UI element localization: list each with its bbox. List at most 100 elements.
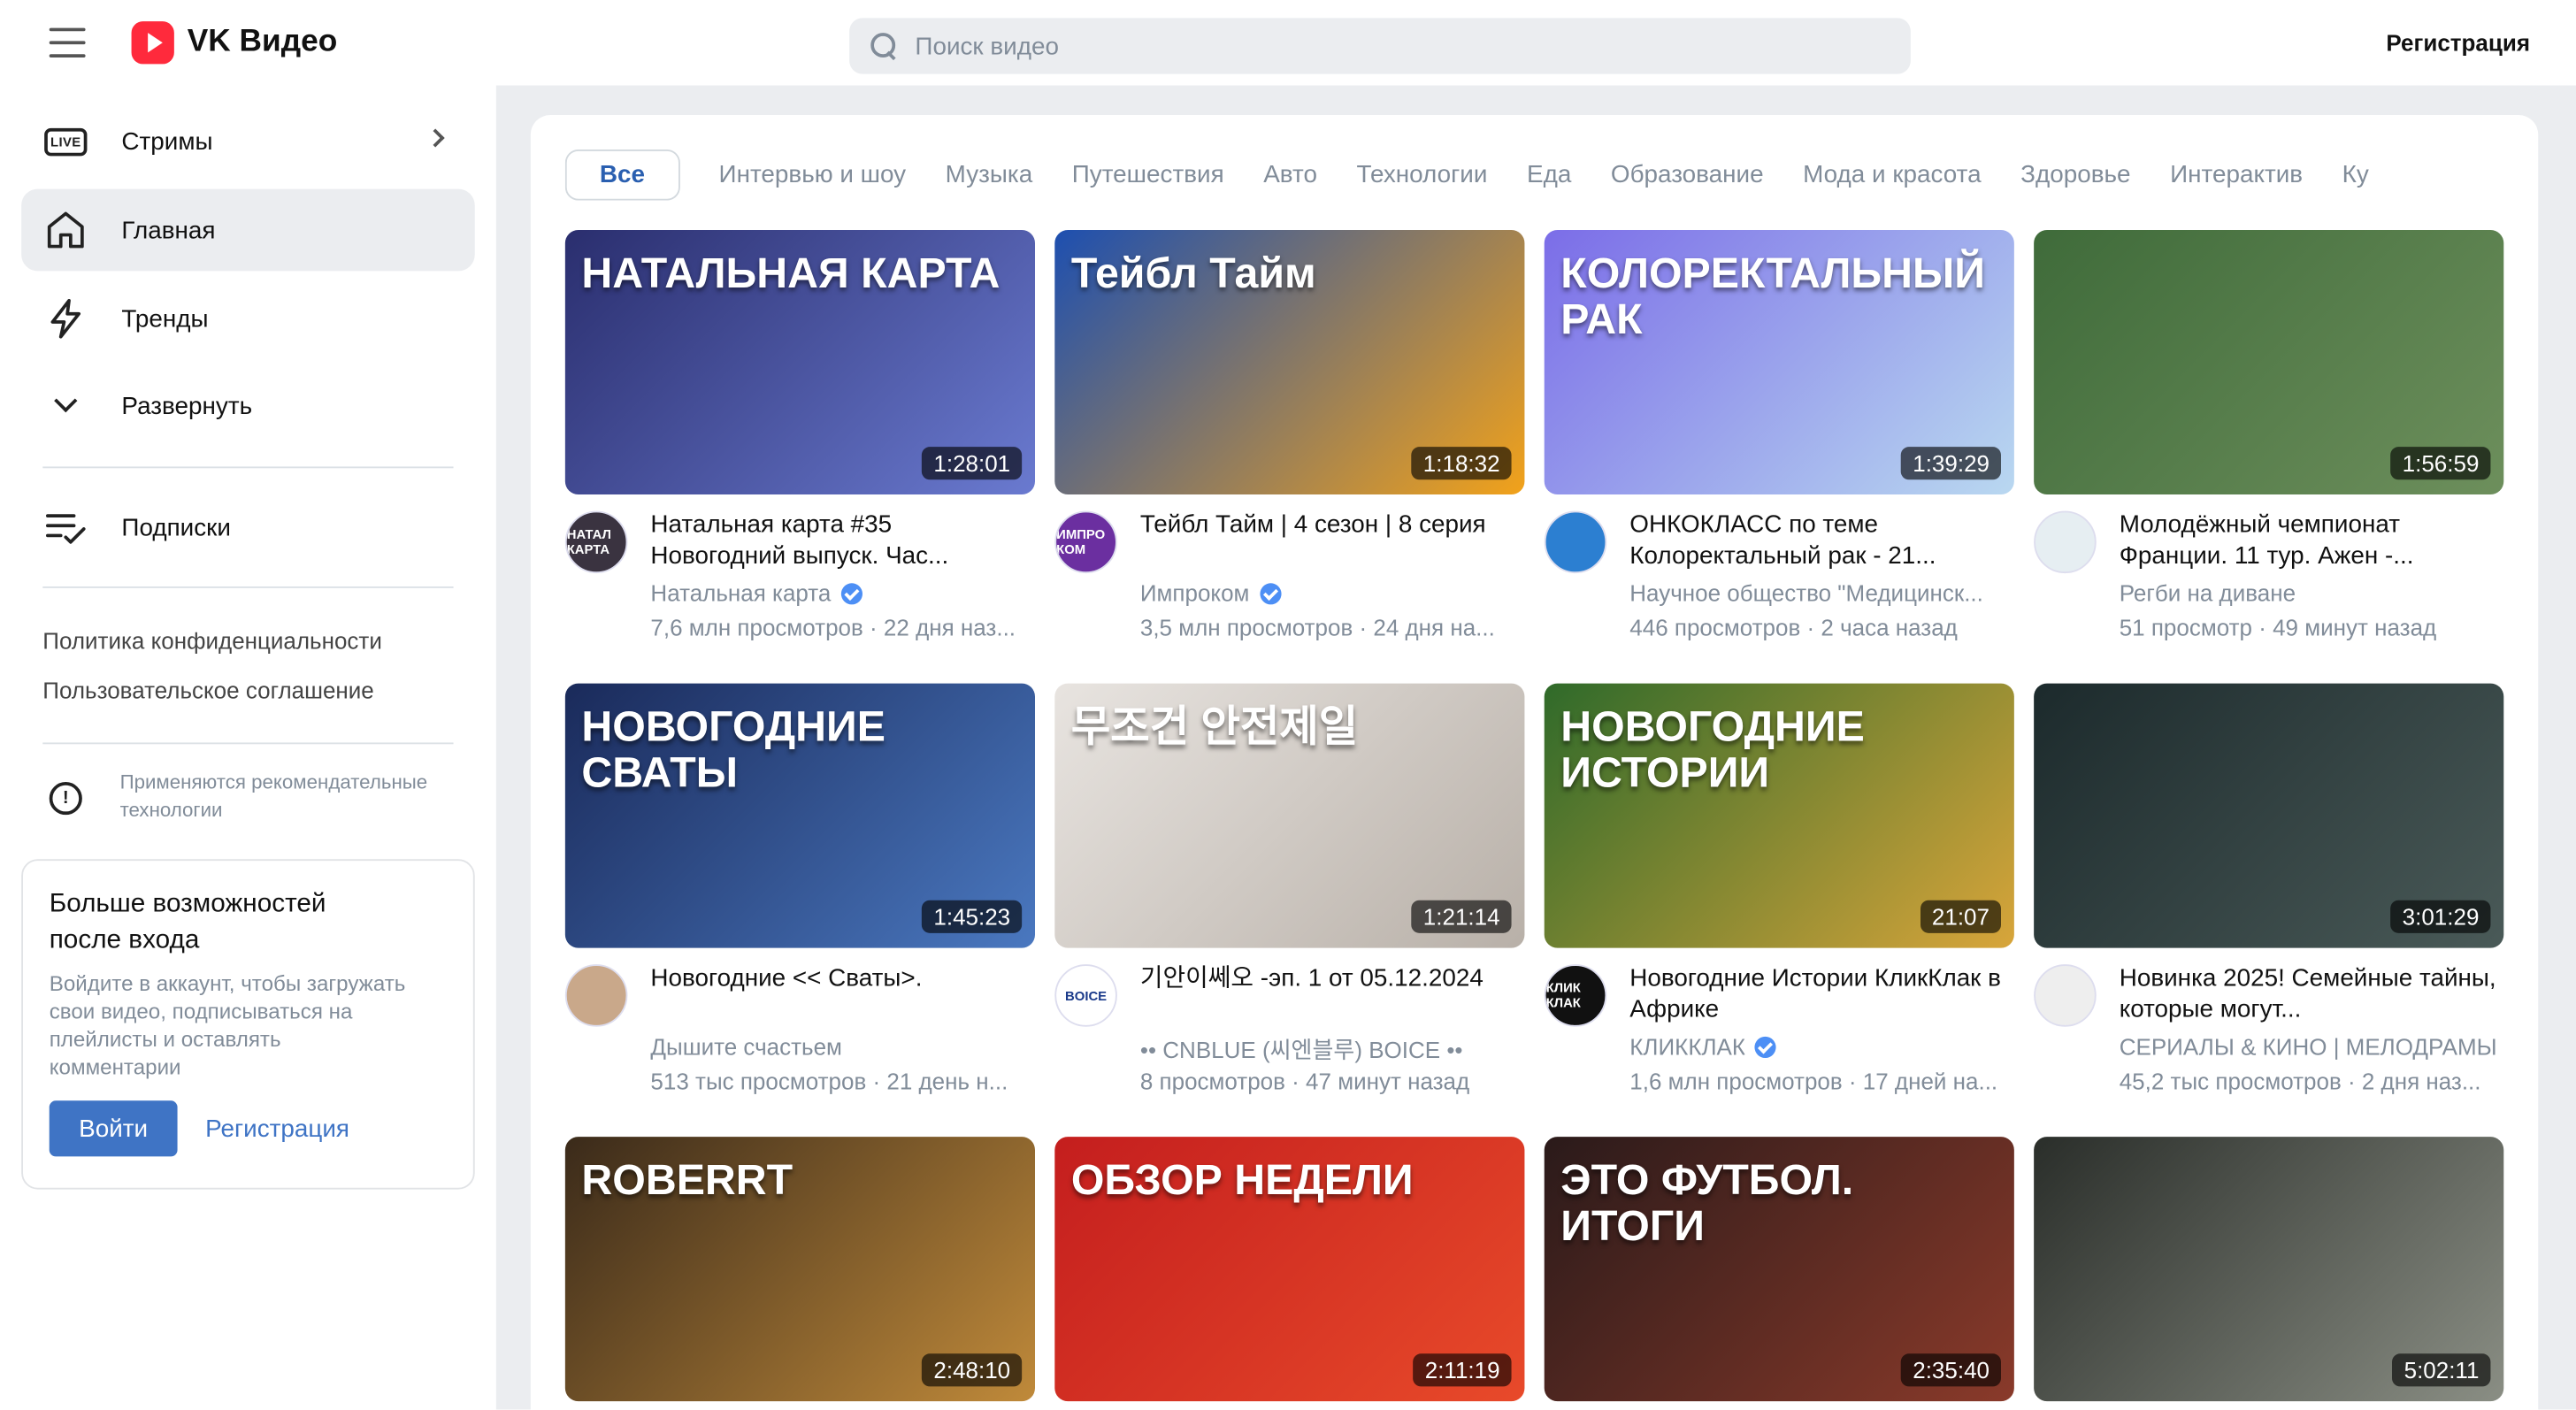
channel-avatar[interactable]: ИМПРО КОМ [1054, 510, 1117, 574]
video-title[interactable]: Новогодние << Сваты>. [650, 962, 1031, 993]
video-thumbnail[interactable]: ОБЗОР НЕДЕЛИ 2:11:19 [1054, 1137, 1525, 1402]
video-card[interactable]: 5:02:11 [2034, 1137, 2504, 1402]
register-link[interactable]: Регистрация [205, 1115, 349, 1143]
video-card[interactable]: 무조건 안전제일 1:21:14 BOICE 기안이쎄오 -эп. 1 от 05.1… [1054, 683, 1525, 1115]
video-stats: 8 просмотров · 47 минут назад [1139, 1068, 1470, 1094]
channel-avatar[interactable] [2034, 964, 2097, 1027]
chip-category[interactable]: Авто [1263, 160, 1317, 188]
channel-avatar[interactable]: BOICE [1054, 964, 1117, 1027]
sidebar-item-trends[interactable]: Тренды [21, 278, 475, 360]
channel-avatar[interactable] [1544, 510, 1607, 574]
chevron-right-icon [426, 128, 445, 148]
thumbnail-caption: НАТАЛЬНАЯ КАРТА [581, 248, 1000, 298]
video-card[interactable]: 1:56:59 Молодёжный чемпионат Франции. 11 … [2034, 230, 2504, 661]
sidebar-item-subscriptions[interactable]: Подписки [21, 487, 475, 569]
thumbnail-caption: ОБЗОР НЕДЕЛИ [1070, 1154, 1414, 1205]
duration-badge: 1:39:29 [1901, 447, 2002, 480]
search-input[interactable]: Поиск видео [849, 18, 1911, 74]
recommendation-notice[interactable]: ! Применяются рекомендательные технологи… [49, 769, 465, 824]
video-thumbnail[interactable]: ROBERRT 2:48:10 [564, 1137, 1036, 1402]
video-title[interactable]: Новинка 2025! Семейные тайны, которые мо… [2120, 962, 2501, 1025]
sidebar-item-expand[interactable]: Развернуть [21, 364, 475, 447]
video-card[interactable]: НОВОГОДНИЕ СВАТЫ 1:45:23 Новогодние << Сва… [564, 683, 1036, 1115]
channel-name[interactable]: Регби на диване [2120, 580, 2504, 607]
video-card[interactable]: НОВОГОДНИЕ ИСТОРИИ 21:07 КЛИК КЛАК Новогодн… [1544, 683, 2014, 1115]
channel-name-text: •• CNBLUE (씨엔블루) BOICE •• [1139, 1036, 1463, 1063]
home-icon [42, 207, 88, 253]
video-thumbnail[interactable]: 5:02:11 [2034, 1137, 2504, 1402]
top-bar: VK Видео Поиск видео Регистрация [0, 0, 2576, 86]
video-title[interactable]: Тейбл Тайм | 4 сезон | 8 серия [1140, 510, 1522, 540]
chip-category[interactable]: Интервью и шоу [719, 160, 907, 188]
chip-all[interactable]: Все [564, 149, 679, 200]
channel-name[interactable]: Натальная карта [650, 580, 1035, 606]
video-card[interactable]: Тейбл Тайм 1:18:32 ИМПРО КОМ Тейбл Тайм | 4… [1054, 230, 1525, 661]
video-thumbnail[interactable]: 1:56:59 [2034, 230, 2504, 495]
live-icon: LIVE [42, 119, 88, 165]
category-chips: Все Интервью и шоу Музыка Путешествия Ав… [564, 148, 2503, 200]
channel-avatar[interactable]: КЛИК КЛАК [1544, 964, 1607, 1027]
avatar-text: BOICE [1065, 988, 1108, 1003]
chip-category[interactable]: Путешествия [1072, 160, 1224, 188]
channel-name[interactable]: СЕРИАЛЫ & КИНО | МЕЛОДРАМЫ [2120, 1033, 2504, 1060]
privacy-policy-link[interactable]: Политика конфиденциальности [42, 627, 382, 654]
channel-name[interactable]: •• CNBLUE (씨엔블루) BOICE •• [1140, 1033, 1525, 1066]
sidebar-item-label: Стримы [121, 126, 213, 156]
user-agreement-link[interactable]: Пользовательское соглашение [42, 677, 374, 703]
login-promo-title: Больше возможностей после входа [49, 890, 326, 955]
video-title[interactable]: Новогодние Истории КликКлак в Африке [1629, 962, 2011, 1025]
video-thumbnail[interactable]: КОЛОРЕКТАЛЬНЫЙ РАК 1:39:29 [1544, 230, 2014, 495]
login-promo-description: Войдите в аккаунт, чтобы загружать свои … [49, 970, 406, 1080]
chip-category[interactable]: Здоровье [2020, 160, 2130, 188]
video-title[interactable]: Натальная карта #35 Новогодний выпуск. Ч… [650, 510, 1031, 572]
video-card[interactable]: ЭТО ФУТБОЛ. ИТОГИ 2:35:40 [1544, 1137, 2014, 1402]
channel-name[interactable]: КЛИККЛАК [1629, 1033, 2014, 1060]
video-thumbnail[interactable]: НОВОГОДНИЕ СВАТЫ 1:45:23 [564, 683, 1036, 948]
video-title[interactable]: Молодёжный чемпионат Франции. 11 тур. Аж… [2120, 510, 2501, 572]
video-card[interactable]: 3:01:29 Новинка 2025! Семейные тайны, кот… [2034, 683, 2504, 1115]
channel-name[interactable]: Дышите счастьем [650, 1033, 1035, 1060]
vk-video-logo[interactable]: VK Видео [131, 21, 337, 65]
chip-category[interactable]: Мода и красота [1803, 160, 1981, 188]
verified-icon [1259, 582, 1281, 604]
channel-name-text: Дышите счастьем [650, 1033, 842, 1060]
video-thumbnail[interactable]: 3:01:29 [2034, 683, 2504, 948]
sidebar-item-streams[interactable]: LIVE Стримы [21, 100, 475, 182]
video-card[interactable]: КОЛОРЕКТАЛЬНЫЙ РАК 1:39:29 ОНКОКЛАСС по те… [1544, 230, 2014, 661]
video-stats: 446 просмотров · 2 часа назад [1629, 614, 1958, 641]
logo-play-icon [131, 21, 174, 65]
sidebar-item-home[interactable]: Главная [21, 188, 475, 272]
video-card[interactable]: НАТАЛЬНАЯ КАРТА 1:28:01 НАТАЛ КАРТА Натальн… [564, 230, 1036, 661]
video-title[interactable]: 기안이쎄오 -эп. 1 от 05.12.2024 [1140, 962, 1522, 993]
duration-badge: 2:35:40 [1901, 1353, 2002, 1387]
duration-badge: 2:11:19 [1413, 1353, 1512, 1387]
channel-avatar[interactable] [564, 964, 628, 1027]
channel-avatar[interactable]: НАТАЛ КАРТА [564, 510, 628, 574]
chip-category[interactable]: Технологии [1357, 160, 1488, 188]
chip-category[interactable]: Ку [2342, 160, 2369, 188]
lightning-icon [42, 295, 88, 341]
video-thumbnail[interactable]: НОВОГОДНИЕ ИСТОРИИ 21:07 [1544, 683, 2014, 948]
chip-category[interactable]: Интерактив [2170, 160, 2303, 188]
video-card[interactable]: ОБЗОР НЕДЕЛИ 2:11:19 [1054, 1137, 1525, 1402]
video-thumbnail[interactable]: 무조건 안전제일 1:21:14 [1054, 683, 1525, 948]
login-button[interactable]: Войти [49, 1100, 178, 1157]
video-stats: 1,6 млн просмотров · 17 дней на... [1629, 1068, 1998, 1094]
video-stats: 513 тыс просмотров · 21 день н... [650, 1068, 1008, 1094]
sidebar-item-label: Развернуть [121, 391, 253, 420]
video-title[interactable]: ОНКОКЛАСС по теме Колоректальный рак - 2… [1629, 510, 2011, 572]
recommendation-text: Применяются рекомендательные технологии [119, 770, 428, 822]
chip-category[interactable]: Еда [1527, 160, 1571, 188]
chip-category[interactable]: Музыка [946, 160, 1033, 188]
channel-avatar[interactable] [2034, 510, 2097, 574]
video-thumbnail[interactable]: ЭТО ФУТБОЛ. ИТОГИ 2:35:40 [1544, 1137, 2014, 1402]
menu-icon[interactable] [49, 27, 86, 58]
sidebar-item-label: Главная [121, 216, 216, 244]
channel-name[interactable]: Импроком [1140, 580, 1525, 606]
video-card[interactable]: ROBERRT 2:48:10 [564, 1137, 1036, 1402]
channel-name[interactable]: Научное общество "Медицинск... [1629, 580, 2014, 607]
video-thumbnail[interactable]: Тейбл Тайм 1:18:32 [1054, 230, 1525, 495]
register-button[interactable]: Регистрация [2386, 29, 2530, 56]
video-thumbnail[interactable]: НАТАЛЬНАЯ КАРТА 1:28:01 [564, 230, 1036, 495]
chip-category[interactable]: Образование [1611, 160, 1764, 188]
